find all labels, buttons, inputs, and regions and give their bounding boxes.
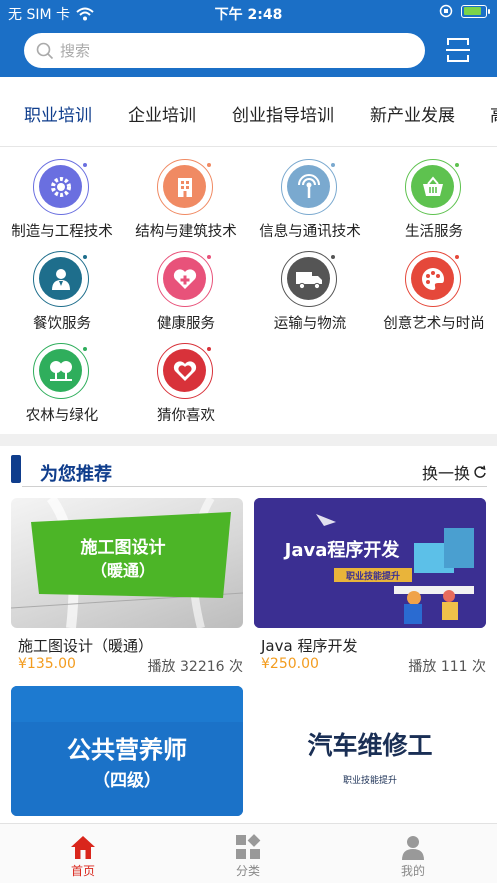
course-price: ¥250.00	[261, 656, 319, 672]
banner-line-1: 施工图设计	[81, 537, 166, 558]
java-banner-image: Java程序开发 职业技能提升	[254, 498, 486, 628]
course-play-count: 播放 32216 次	[147, 659, 243, 675]
home-icon	[71, 836, 95, 859]
tab-startup-guidance[interactable]: 创业指导培训	[232, 101, 334, 126]
category-manufacturing[interactable]: 制造与工程技术	[0, 148, 124, 240]
clock: 下午 2:48	[214, 7, 283, 23]
gear-icon	[50, 176, 71, 197]
category-icon	[236, 834, 261, 859]
course-price: ¥135.00	[18, 656, 76, 672]
scan-icon[interactable]	[446, 37, 470, 63]
battery-icon	[461, 4, 490, 18]
course-thumbnail[interactable]: 汽车维修工 职业技能提升	[254, 686, 486, 816]
category-tabs: 职业培训 企业培训 创业指导培训 新产业发展 高	[0, 77, 497, 147]
chef-icon	[51, 268, 70, 290]
course-thumbnail[interactable]: 施工图设计 （暖通）	[11, 498, 243, 628]
tab-enterprise-training[interactable]: 企业培训	[128, 101, 196, 126]
building-icon	[177, 177, 192, 197]
search-icon	[36, 42, 54, 59]
banner-line-2: （暖通）	[91, 561, 155, 580]
header: 无 SIM 卡 下午 2:48 搜索	[0, 0, 497, 77]
category-logistics[interactable]: 运输与物流	[248, 240, 372, 332]
nutritionist-banner-image: 公共营养师 （四级）	[11, 686, 243, 816]
category-label: 信息与通讯技术	[259, 224, 361, 240]
palette-icon	[421, 267, 444, 290]
course-title: 施工图设计（暖通）	[18, 637, 154, 655]
category-construction[interactable]: 结构与建筑技术	[124, 148, 248, 240]
category-grid: 制造与工程技术 结构与建筑技术 信息与通讯技术 生活服务 餐饮服务 健康服务 运…	[0, 148, 497, 433]
tree-icon	[49, 360, 72, 381]
tab-more[interactable]: 高	[490, 101, 497, 126]
banner-line-2: （四级）	[93, 770, 161, 791]
course-thumbnail[interactable]: Java程序开发 职业技能提升	[254, 498, 486, 628]
section-divider	[0, 434, 497, 446]
course-thumbnail[interactable]: 公共营养师 （四级）	[11, 686, 243, 816]
category-label: 猜你喜欢	[157, 408, 215, 424]
truck-icon	[295, 271, 322, 289]
course-title: Java 程序开发	[261, 637, 358, 655]
refresh-label: 换一换	[421, 464, 470, 483]
mechanic-banner-image: 汽车维修工 职业技能提升	[307, 731, 432, 786]
category-label: 运输与物流	[273, 316, 347, 332]
heart-icon	[173, 360, 196, 381]
category-label: 创意艺术与时尚	[383, 316, 485, 332]
recommend-underline	[22, 486, 487, 487]
bottom-navigation: 首页 分类 我的	[0, 823, 497, 883]
search-placeholder: 搜索	[60, 42, 91, 60]
nav-label: 首页	[70, 864, 95, 878]
section-accent-bar	[11, 455, 21, 483]
nav-label: 我的	[400, 864, 425, 878]
search-bar[interactable]: 搜索	[24, 33, 425, 68]
category-life-service[interactable]: 生活服务	[372, 148, 496, 240]
category-label: 生活服务	[405, 224, 463, 240]
orientation-lock-icon	[439, 4, 453, 18]
nav-profile[interactable]: 我的	[373, 832, 453, 879]
category-label: 健康服务	[157, 316, 215, 332]
category-label: 农林与绿化	[25, 408, 99, 424]
course-play-count: 播放 111 次	[408, 659, 486, 675]
banner-line-1: 公共营养师	[67, 736, 187, 764]
antenna-icon	[297, 173, 320, 198]
basket-icon	[422, 175, 443, 196]
category-ict[interactable]: 信息与通讯技术	[248, 148, 372, 240]
nav-label: 分类	[235, 864, 260, 878]
category-label: 结构与建筑技术	[135, 224, 237, 240]
health-heart-icon	[173, 268, 196, 289]
recommend-title: 为您推荐	[40, 464, 112, 485]
refresh-icon	[474, 465, 486, 478]
tab-vocational-training[interactable]: 职业培训	[24, 101, 92, 126]
refresh-button[interactable]: 换一换	[422, 460, 487, 484]
banner-title: Java程序开发	[283, 539, 401, 561]
category-catering[interactable]: 餐饮服务	[0, 240, 124, 332]
category-creative-arts[interactable]: 创意艺术与时尚	[372, 240, 496, 332]
banner-title: 汽车维修工	[307, 731, 432, 760]
category-health[interactable]: 健康服务	[124, 240, 248, 332]
architecture-image: 施工图设计 （暖通）	[11, 498, 243, 628]
category-guess-you-like[interactable]: 猜你喜欢	[124, 332, 248, 424]
recommend-header: 为您推荐 换一换	[0, 446, 497, 492]
category-forestry[interactable]: 农林与绿化	[0, 332, 124, 424]
nav-category[interactable]: 分类	[208, 832, 288, 879]
profile-icon	[402, 836, 424, 860]
category-label: 制造与工程技术	[11, 224, 113, 240]
banner-subtitle: 职业技能提升	[346, 570, 400, 582]
app-screen: 无 SIM 卡 下午 2:48 搜索 职业培训 企业培训 创业指导培训 新产业发…	[0, 0, 497, 883]
banner-subtitle: 职业技能提升	[343, 774, 397, 786]
status-bar: 无 SIM 卡 下午 2:48	[0, 0, 497, 26]
tab-new-industry[interactable]: 新产业发展	[370, 101, 455, 126]
nav-home[interactable]: 首页	[43, 832, 123, 879]
category-label: 餐饮服务	[33, 316, 91, 332]
